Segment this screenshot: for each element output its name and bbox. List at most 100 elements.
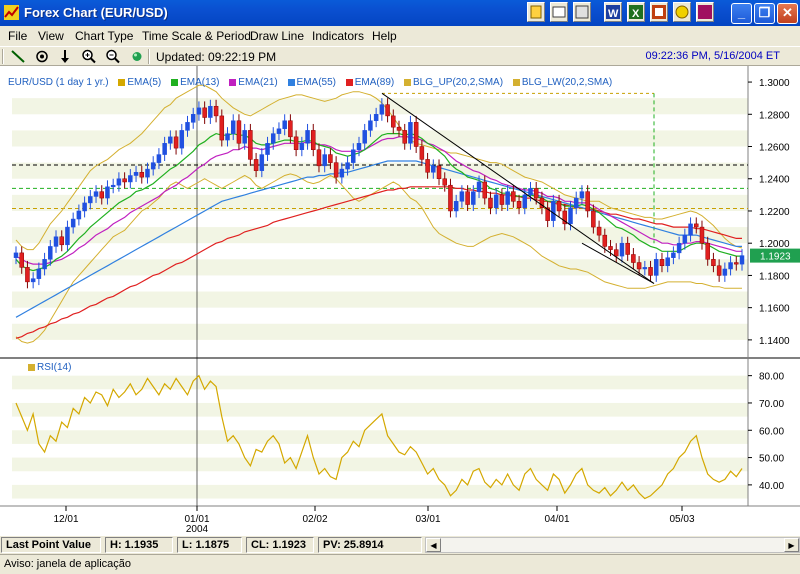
candle-body bbox=[591, 210, 596, 228]
candle-body bbox=[642, 267, 648, 270]
word-icon[interactable]: W bbox=[604, 2, 622, 22]
candle-body bbox=[25, 267, 30, 283]
candle-body bbox=[499, 194, 505, 205]
candle-body bbox=[88, 196, 93, 204]
price-tick-label: 1.3000 bbox=[759, 78, 790, 89]
maximize-button[interactable]: ❐ bbox=[754, 3, 775, 24]
rsi-tick-label: 50.00 bbox=[759, 454, 784, 465]
candle-body bbox=[293, 136, 299, 150]
candle-body bbox=[453, 201, 459, 212]
svg-text:W: W bbox=[608, 8, 619, 20]
candle-body bbox=[613, 249, 619, 257]
legend-item-ema13: EMA(13) bbox=[171, 77, 220, 88]
candle-body bbox=[511, 191, 516, 202]
candle-body bbox=[322, 154, 327, 167]
rsi-tick-label: 60.00 bbox=[759, 426, 784, 437]
scroll-right-icon[interactable]: ▶ bbox=[784, 538, 799, 552]
legend-item-pair: EUR/USD (1 day 1 yr.) bbox=[8, 77, 109, 88]
legend-item-ema89: EMA(89) bbox=[345, 77, 394, 88]
candle-body bbox=[402, 130, 407, 144]
candle-body bbox=[48, 246, 53, 260]
app-icon-3[interactable] bbox=[573, 2, 591, 22]
candle-body bbox=[722, 268, 728, 276]
status-light-icon bbox=[132, 52, 142, 61]
app-icon-2[interactable] bbox=[550, 2, 568, 22]
menu-time-scale[interactable]: Time Scale & Period bbox=[142, 29, 251, 43]
candle-body bbox=[82, 202, 87, 212]
ema21-swatch-icon bbox=[229, 78, 237, 86]
pv-value: PV: 25.8914 bbox=[318, 537, 422, 553]
candle-body bbox=[431, 165, 436, 173]
excel-icon[interactable]: X bbox=[627, 2, 645, 22]
down-arrow-icon[interactable] bbox=[56, 48, 74, 65]
candle-body bbox=[573, 197, 579, 208]
candle-body bbox=[259, 154, 265, 171]
rsi-swatch-icon bbox=[28, 363, 35, 371]
candle-body bbox=[413, 122, 419, 147]
warning-bar: Aviso: janela de aplicação bbox=[0, 554, 800, 574]
high-value: H: 1.1935 bbox=[105, 537, 173, 553]
price-tick-label: 1.2600 bbox=[759, 143, 790, 154]
chart-area[interactable]: 1.3000 1.2800 1.2600 1.2400 1.2200 1.2000 1.18… bbox=[0, 66, 800, 536]
candle-body bbox=[682, 234, 688, 244]
candle-body bbox=[488, 197, 493, 208]
candle-body bbox=[42, 259, 47, 270]
menu-draw-line[interactable]: Draw Line bbox=[250, 29, 304, 43]
candle-body bbox=[368, 120, 373, 131]
candle-body bbox=[179, 130, 185, 149]
window-title: Forex Chart (EUR/USD) bbox=[24, 5, 168, 20]
candle-body bbox=[465, 191, 470, 205]
horizontal-scrollbar[interactable]: ◀ ▶ bbox=[425, 537, 800, 553]
menu-view[interactable]: View bbox=[38, 29, 64, 43]
zoom-in-icon[interactable] bbox=[80, 48, 98, 65]
candle-body bbox=[379, 104, 385, 115]
candle-body bbox=[282, 120, 287, 130]
menu-file[interactable]: File bbox=[8, 29, 27, 43]
candle-body bbox=[419, 146, 425, 160]
candle-body bbox=[391, 115, 396, 128]
candle-body bbox=[265, 143, 270, 155]
candle-body bbox=[70, 218, 76, 228]
minimize-button[interactable]: _ bbox=[731, 3, 752, 24]
close-value: CL: 1.1923 bbox=[246, 537, 314, 553]
candle-body bbox=[385, 104, 390, 117]
menu-indicators[interactable]: Indicators bbox=[312, 29, 364, 43]
price-band bbox=[12, 130, 748, 147]
crosshair-icon[interactable] bbox=[33, 48, 51, 65]
price-band bbox=[12, 291, 748, 308]
menu-help[interactable]: Help bbox=[372, 29, 397, 43]
app-icon-1[interactable] bbox=[527, 2, 545, 22]
candle-body bbox=[316, 149, 322, 167]
close-button[interactable]: ✕ bbox=[777, 3, 798, 24]
candle-body bbox=[219, 115, 225, 141]
candle-body bbox=[351, 149, 356, 163]
legend-item-ema5: EMA(5) bbox=[118, 77, 161, 88]
rsi-band bbox=[12, 430, 748, 444]
candle-body bbox=[568, 207, 573, 225]
candle-body bbox=[436, 165, 442, 179]
scroll-left-icon[interactable]: ◀ bbox=[426, 538, 441, 552]
menu-chart-type[interactable]: Chart Type bbox=[75, 29, 133, 43]
candle-body bbox=[305, 130, 310, 144]
rsi-tick-label: 80.00 bbox=[759, 372, 784, 383]
chart-svg[interactable]: 1.3000 1.2800 1.2600 1.2400 1.2200 1.2000 1.18… bbox=[0, 66, 800, 536]
app-icon bbox=[4, 5, 19, 20]
zoom-out-icon[interactable] bbox=[104, 48, 122, 65]
candle-body bbox=[288, 120, 293, 138]
candle-body bbox=[659, 259, 665, 267]
candle-body bbox=[688, 223, 693, 236]
key-icon[interactable] bbox=[696, 2, 714, 22]
candle-body bbox=[619, 242, 625, 257]
candle-body bbox=[408, 122, 413, 144]
draw-line-icon[interactable] bbox=[9, 48, 27, 65]
bb-lw-swatch-icon bbox=[512, 78, 520, 86]
ema13-swatch-icon bbox=[171, 78, 179, 86]
candle-body bbox=[133, 172, 139, 176]
candle-body bbox=[602, 234, 608, 247]
clock-icon[interactable] bbox=[673, 2, 691, 22]
status-row: Last Point Value H: 1.1935 L: 1.1875 CL:… bbox=[0, 536, 800, 554]
candle-body bbox=[230, 120, 236, 134]
candle-body bbox=[76, 210, 82, 220]
powerpoint-icon[interactable] bbox=[650, 2, 668, 22]
candle-body bbox=[476, 181, 482, 192]
